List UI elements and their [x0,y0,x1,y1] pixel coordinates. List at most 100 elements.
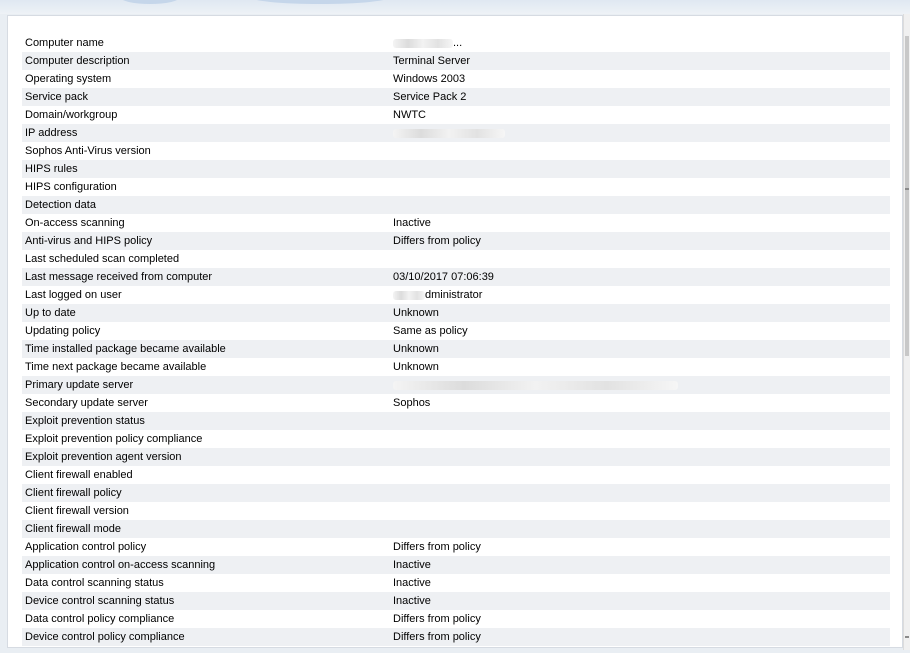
table-row[interactable]: Application control policy Differs from p… [22,538,890,556]
property-label: Client firewall policy [25,487,122,499]
table-row[interactable]: Application control on-access scanning In… [22,556,890,574]
property-label: Last message received from computer [25,271,213,283]
property-label: Exploit prevention policy compliance [25,433,203,445]
properties-table: Computer name... Computer description Term… [22,34,890,646]
property-label: Up to date [25,307,76,319]
table-row[interactable]: Time installed package became available U… [22,340,890,358]
table-row[interactable]: Last scheduled scan completed [22,250,890,268]
property-label: Updating policy [25,325,101,337]
property-label: Anti-virus and HIPS policy [25,235,153,247]
property-value: Unknown [393,307,439,319]
table-row[interactable]: On-access scanning Inactive [22,214,890,232]
property-label: Data control policy compliance [25,613,175,625]
property-value: Inactive [393,559,431,571]
top-highlight [250,0,390,4]
table-row[interactable]: Data control policy compliance Differs fr… [22,610,890,628]
table-row[interactable]: Exploit prevention policy compliance [22,430,890,448]
property-value: Windows 2003 [393,73,466,85]
table-row[interactable]: Client firewall enabled [22,466,890,484]
vertical-scrollbar[interactable] [903,14,910,650]
property-label: Time next package became available [25,361,207,373]
property-label: Device control scanning status [25,595,175,607]
table-row[interactable]: HIPS configuration [22,178,890,196]
property-label: Operating system [25,73,112,85]
table-row[interactable]: HIPS rules [22,160,890,178]
property-label: Exploit prevention agent version [25,451,182,463]
property-value: Service Pack 2 [393,91,467,103]
table-row[interactable]: Service pack Service Pack 2 [22,88,890,106]
redacted-value [393,38,453,48]
table-row[interactable]: Updating policy Same as policy [22,322,890,340]
table-row[interactable]: Client firewall mode [22,520,890,538]
property-value: Inactive [393,595,431,607]
property-label: Last scheduled scan completed [25,253,180,265]
property-value [391,127,890,139]
table-row[interactable]: Secondary update server Sophos [22,394,890,412]
property-label: Computer description [25,55,130,67]
table-row[interactable]: Data control scanning status Inactive [22,574,890,592]
property-label: Application control policy [25,541,147,553]
table-row[interactable]: Device control policy compliance Differs … [22,628,890,646]
scrollbar-arrow-icon[interactable] [905,636,909,638]
property-value: Differs from policy [393,631,481,643]
table-row[interactable]: Last message received from computer 03/10… [22,268,890,286]
table-row[interactable]: Time next package became available Unknow… [22,358,890,376]
property-label: HIPS rules [25,163,78,175]
scrollbar-thumb[interactable] [905,36,909,356]
property-value: Terminal Server [393,55,471,67]
property-value: Same as policy [393,325,468,337]
property-value: Differs from policy [393,235,481,247]
property-label: Primary update server [25,379,134,391]
property-value: Differs from policy [393,613,481,625]
property-label: Client firewall mode [25,523,121,535]
property-value [391,379,890,391]
window-top-strip [0,0,910,14]
property-label: Service pack [25,91,88,103]
property-label: Client firewall enabled [25,469,133,481]
table-row[interactable]: Primary update server [22,376,890,394]
table-row[interactable]: Up to date Unknown [22,304,890,322]
scrollbar-grip-icon [905,188,909,190]
property-value: Sophos [393,397,431,409]
table-row[interactable]: IP address [22,124,890,142]
property-label: Data control scanning status [25,577,164,589]
property-label: Secondary update server [25,397,148,409]
property-value: Unknown [393,361,439,373]
table-row[interactable]: Client firewall version [22,502,890,520]
property-label: Time installed package became available [25,343,226,355]
property-label: On-access scanning [25,217,125,229]
property-label: Client firewall version [25,505,129,517]
property-label: HIPS configuration [25,181,117,193]
property-label: Last logged on user [25,289,122,301]
property-value-text: dministrator [425,289,483,301]
property-label: IP address [25,127,78,139]
table-row[interactable]: Sophos Anti-Virus version [22,142,890,160]
property-value: dministrator [391,289,890,301]
property-value: Differs from policy [393,541,481,553]
table-row[interactable]: Last logged on user dministrator [22,286,890,304]
table-row[interactable]: Computer description Terminal Server [22,52,890,70]
table-row[interactable]: Domain/workgroup NWTC [22,106,890,124]
table-row[interactable]: Exploit prevention agent version [22,448,890,466]
table-row[interactable]: Exploit prevention status [22,412,890,430]
table-row[interactable]: Anti-virus and HIPS policy Differs from p… [22,232,890,250]
table-row[interactable]: Computer name... [22,34,890,52]
property-value: Unknown [393,343,439,355]
redacted-value [393,128,505,138]
property-value: NWTC [393,109,426,121]
property-value-text: ... [453,37,463,49]
top-highlight [120,0,180,4]
property-value: 03/10/2017 07:06:39 [393,271,494,283]
property-label: Exploit prevention status [25,415,145,427]
table-row[interactable]: Client firewall policy [22,484,890,502]
table-row[interactable]: Device control scanning status Inactive [22,592,890,610]
property-label: Detection data [25,199,96,211]
property-value: Inactive [393,577,431,589]
property-label: Computer name [25,37,104,49]
redacted-value [393,290,425,300]
property-label: Application control on-access scanning [25,559,216,571]
property-label: Device control policy compliance [25,631,185,643]
property-label: Domain/workgroup [25,109,118,121]
table-row[interactable]: Operating system Windows 2003 [22,70,890,88]
table-row[interactable]: Detection data [22,196,890,214]
